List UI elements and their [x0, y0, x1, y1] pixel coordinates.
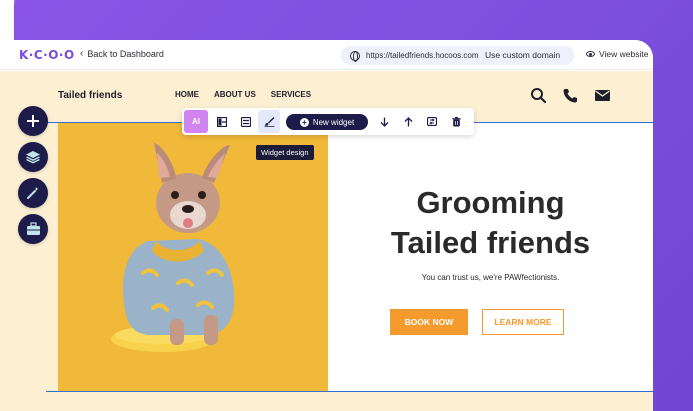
hero-heading-line-1: Grooming: [416, 185, 565, 220]
hero-subtitle[interactable]: You can trust us, we're PAWfectionists.: [328, 273, 653, 282]
hero-section[interactable]: Grooming Tailed friends You can trust us…: [58, 123, 653, 391]
site-logo[interactable]: Tailed friends: [58, 90, 122, 101]
layout-button[interactable]: [211, 110, 233, 133]
view-website-label: View website: [599, 49, 649, 59]
add-icon: [27, 115, 39, 127]
new-widget-label: New widget: [312, 117, 355, 127]
globe-icon: [350, 50, 360, 62]
eye-icon: [586, 51, 595, 57]
arrow-up-icon: [404, 116, 412, 126]
hero-heading[interactable]: Grooming Tailed friends: [328, 183, 653, 263]
widget-design-button[interactable]: [258, 110, 280, 133]
url-pill: https://tailedfriends.hocoos.com Use cus…: [341, 46, 574, 65]
widget-design-tooltip: Widget design: [256, 145, 314, 160]
selection-bottom-line: [46, 391, 653, 392]
move-up-button[interactable]: [397, 110, 419, 133]
next-section-strip: [0, 393, 653, 411]
book-now-button[interactable]: BOOK NOW: [390, 309, 468, 335]
nav-services[interactable]: SERVICES: [271, 90, 311, 99]
add-section-button[interactable]: [18, 106, 48, 136]
magic-wand-button[interactable]: [18, 178, 48, 208]
search-icon[interactable]: [530, 87, 547, 104]
learn-more-button[interactable]: LEARN MORE: [482, 309, 564, 335]
site-url: https://tailedfriends.hocoos.com: [366, 51, 479, 60]
dog-illustration: [58, 123, 328, 391]
briefcase-icon: [26, 222, 40, 235]
trash-icon: [451, 116, 461, 126]
editor-window: K·C·O·O ‹ Back to Dashboard https://tail…: [0, 40, 653, 411]
settings-button[interactable]: [235, 110, 257, 133]
new-widget-button[interactable]: + New widget: [286, 114, 368, 130]
layers-icon: [26, 151, 40, 164]
nav-about-us[interactable]: ABOUT US: [214, 90, 256, 99]
mail-icon[interactable]: [594, 87, 611, 104]
swap-icon: [427, 117, 437, 126]
swap-button[interactable]: [421, 110, 443, 133]
delete-button[interactable]: [445, 110, 467, 133]
hero-heading-line-2: Tailed friends: [390, 225, 591, 260]
back-to-dashboard-link[interactable]: ‹ Back to Dashboard: [80, 48, 164, 60]
view-website-button[interactable]: View website: [586, 49, 648, 59]
use-custom-domain-button[interactable]: Use custom domain: [485, 50, 560, 60]
phone-icon[interactable]: [562, 87, 579, 104]
hero-dog-photo[interactable]: [58, 123, 328, 391]
business-button[interactable]: [18, 214, 48, 244]
nav-home[interactable]: HOME: [175, 90, 199, 99]
sliders-icon: [241, 116, 251, 127]
hocoos-logo[interactable]: K·C·O·O: [19, 49, 75, 62]
chevron-left-icon: ‹: [80, 48, 84, 59]
move-down-button[interactable]: [373, 110, 395, 133]
arrow-down-icon: [380, 117, 388, 127]
layout-icon: [217, 116, 227, 127]
magic-wand-icon: [27, 187, 39, 199]
site-nav-icons: [530, 87, 611, 104]
widget-toolbar: AI + New widget: [182, 108, 474, 135]
back-link-label: Back to Dashboard: [87, 49, 164, 59]
site-nav-links: HOME ABOUT US SERVICES: [175, 90, 311, 99]
ai-button[interactable]: AI: [184, 110, 208, 133]
layers-button[interactable]: [18, 142, 48, 172]
brush-icon: [264, 117, 274, 127]
ai-label: AI: [192, 117, 200, 126]
editor-topbar: K·C·O·O ‹ Back to Dashboard https://tail…: [0, 40, 653, 70]
plus-icon: +: [299, 117, 309, 127]
